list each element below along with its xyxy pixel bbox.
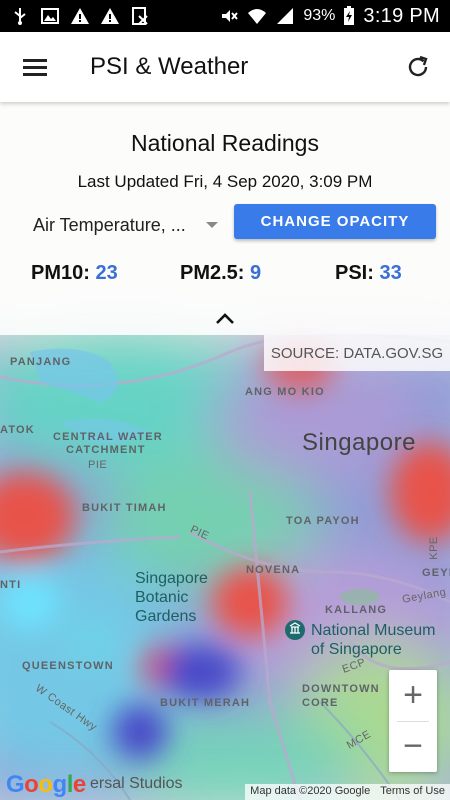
last-updated-text: Last Updated Fri, 4 Sep 2020, 3:09 PM (77, 172, 373, 191)
exchange-icon (132, 7, 148, 25)
map-label-universal-studios: ersal Studios (90, 775, 183, 792)
map-label-bukit-merah: BUKIT MERAH (160, 697, 251, 709)
map-label-singapore: Singapore (302, 429, 416, 456)
warning-icon (71, 8, 89, 24)
national-readings-panel: National Readings Last Updated Fri, 4 Se… (0, 102, 450, 335)
zoom-divider (397, 721, 429, 722)
hamburger-menu-icon (23, 59, 47, 76)
clock: 3:19 PM (363, 4, 440, 27)
mute-icon (222, 10, 239, 22)
map-label-ang-mo-kio: ANG MO KIO (245, 386, 325, 398)
map-attribution: Map data ©2020 Google Terms of Use (245, 784, 450, 800)
status-bar: 93% 3:19 PM (0, 0, 450, 32)
terms-of-use-link[interactable]: Terms of Use (375, 784, 450, 800)
map-label-atok: ATOK (0, 424, 35, 436)
map-label-panjang: PANJANG (10, 356, 72, 368)
dropdown-arrow-icon (206, 222, 218, 228)
battery-icon (344, 6, 355, 25)
map-label-geyla: GEYLA (422, 567, 450, 579)
reading-pm10-value: 23 (95, 262, 118, 284)
change-opacity-button[interactable]: CHANGE OPACITY (234, 204, 436, 239)
zoom-in-button[interactable]: + (389, 670, 437, 721)
map-label-novena: NOVENA (246, 564, 301, 576)
reading-psi-value: 33 (379, 262, 402, 284)
google-logo[interactable]: Google (6, 771, 86, 799)
map-label-downtown-core: DOWNTOWN CORE (302, 683, 380, 709)
layer-dropdown[interactable]: Air Temperature, ... (33, 210, 218, 240)
refresh-button[interactable] (386, 32, 450, 102)
app-root: 93% 3:19 PM PSI & Weather PANJANG ANG MO… (0, 0, 450, 800)
layer-dropdown-value: Air Temperature, ... (33, 214, 186, 235)
reading-pm25: PM2.5: 9 (180, 262, 261, 285)
map-data-text: Map data ©2020 Google (245, 784, 376, 800)
chevron-up-icon[interactable] (214, 312, 236, 326)
reading-pm10: PM10: 23 (31, 262, 118, 285)
map-label-toa-payoh: TOA PAYOH (286, 515, 360, 527)
reading-pm25-value: 9 (250, 262, 262, 284)
map-label-catchment: CATCHMENT (66, 444, 146, 456)
map-label-queenstown: QUEENSTOWN (22, 660, 114, 672)
map-label-pie-1: PIE (88, 459, 108, 471)
zoom-controls: + − (389, 670, 437, 772)
app-title: PSI & Weather (90, 53, 249, 80)
map-label-kpe: KPE (427, 536, 440, 560)
source-label: SOURCE: DATA.GOV.SG (264, 335, 450, 371)
map-label-kallang: KALLANG (325, 604, 388, 616)
wifi-icon (248, 9, 267, 24)
map-label-bukit-timah: BUKIT TIMAH (82, 502, 167, 514)
zoom-out-button[interactable]: − (389, 721, 437, 772)
map-label-nti: NTI (0, 579, 22, 591)
warning-icon (101, 8, 119, 24)
reading-pm25-label: PM2.5: (180, 262, 245, 284)
map-label-central-water: CENTRAL WATER (53, 431, 163, 443)
usb-icon (14, 8, 26, 25)
map-label-national-museum: National Museum of Singapore (311, 622, 436, 658)
refresh-icon (408, 55, 428, 77)
panel-title: National Readings (131, 130, 319, 156)
reading-pm10-label: PM10: (31, 262, 90, 284)
signal-icon (277, 8, 294, 24)
gallery-icon (41, 8, 59, 24)
reading-psi: PSI: 33 (335, 262, 402, 285)
reading-psi-label: PSI: (335, 262, 374, 284)
battery-percent: 93% (303, 7, 336, 24)
menu-button[interactable] (0, 32, 70, 102)
map-label-botanic-gardens: Singapore Botanic Gardens (135, 570, 208, 625)
app-bar: PSI & Weather (0, 32, 450, 102)
